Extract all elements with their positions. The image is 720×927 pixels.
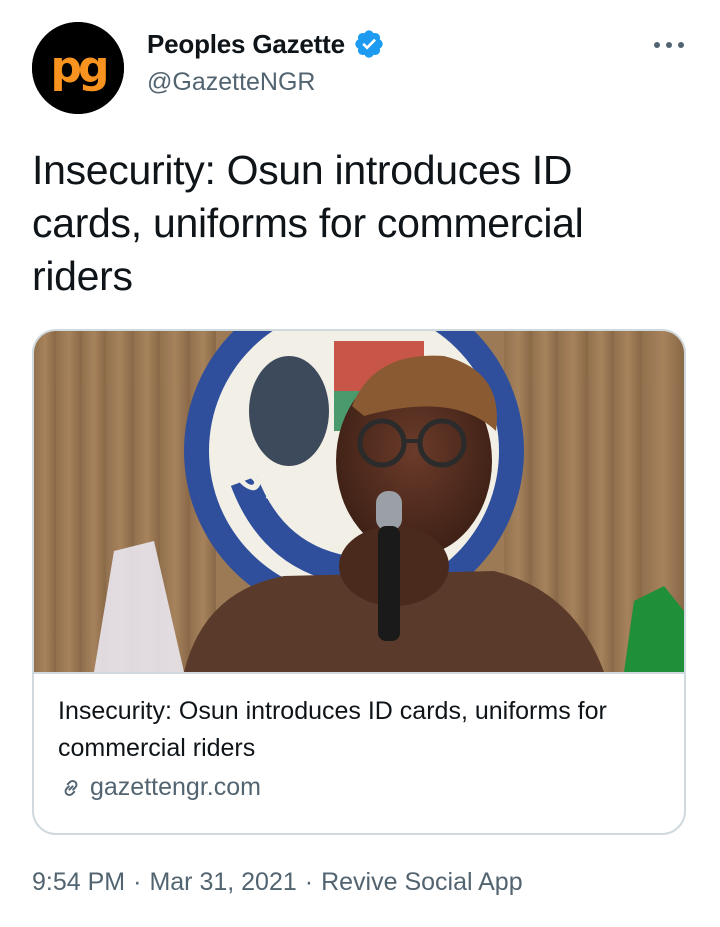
avatar[interactable]: pg xyxy=(32,22,124,114)
tweet-meta: 9:54 PM · Mar 31, 2021 · Revive Social A… xyxy=(32,868,523,897)
card-image: STATE xyxy=(34,331,684,674)
author-handle[interactable]: @GazetteNGR xyxy=(147,68,315,97)
card-domain-row[interactable]: gazettengr.com xyxy=(58,773,658,802)
link-preview-card[interactable]: STATE Insecurity: Osun introduces ID car… xyxy=(32,329,686,835)
more-options-icon[interactable] xyxy=(652,36,686,54)
card-title[interactable]: Insecurity: Osun introduces ID cards, un… xyxy=(58,693,658,767)
tweet-time[interactable]: 9:54 PM xyxy=(32,868,125,897)
link-icon xyxy=(58,775,84,801)
display-name[interactable]: Peoples Gazette xyxy=(147,29,345,60)
meta-separator: · xyxy=(133,868,142,896)
author-row: Peoples Gazette xyxy=(147,28,385,60)
svg-text:pg: pg xyxy=(51,42,106,93)
verified-badge-icon xyxy=(353,28,385,60)
meta-separator: · xyxy=(304,868,314,896)
card-body: Insecurity: Osun introduces ID cards, un… xyxy=(58,693,658,802)
peoples-gazette-logo-icon: pg xyxy=(32,22,124,114)
card-domain: gazettengr.com xyxy=(90,773,261,801)
tweet-date[interactable]: Mar 31, 2021 xyxy=(149,868,296,897)
tweet: pg Peoples Gazette @GazetteNGR Insecurit… xyxy=(0,0,720,927)
tweet-source[interactable]: Revive Social App xyxy=(321,868,523,897)
tweet-text: Insecurity: Osun introduces ID cards, un… xyxy=(32,147,584,299)
